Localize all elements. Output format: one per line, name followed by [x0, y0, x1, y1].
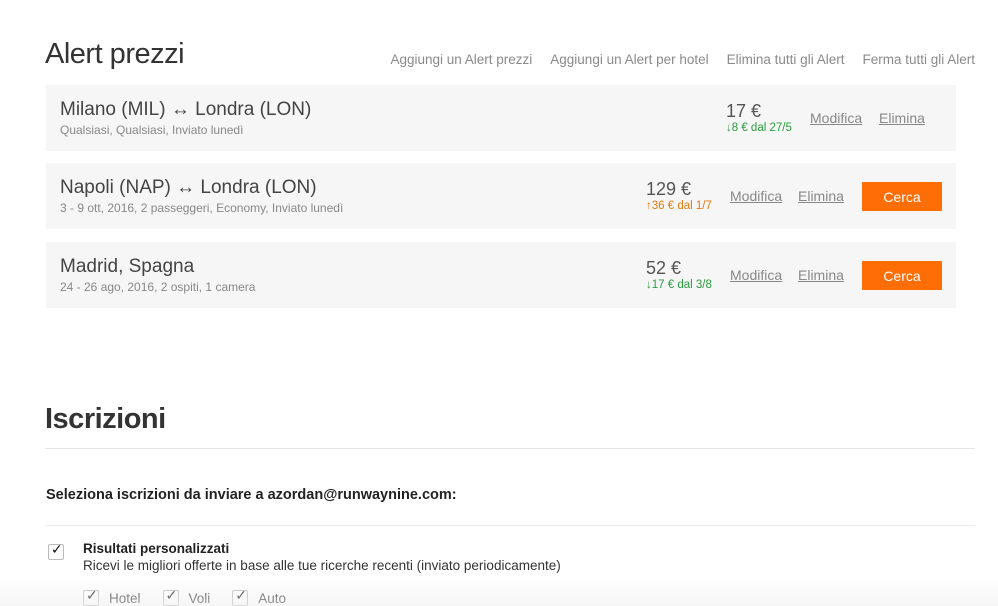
- sub-option-cars[interactable]: Auto: [232, 588, 287, 606]
- edit-alert-link[interactable]: Modifica: [730, 267, 782, 283]
- edit-alert-link[interactable]: Modifica: [730, 188, 782, 204]
- option-title: Risultati personalizzati: [83, 541, 230, 556]
- sub-option-flights[interactable]: Voli: [162, 588, 211, 606]
- alert-route: Madrid, Spagna: [60, 256, 195, 277]
- subscriptions-label: Seleziona iscrizioni da inviare a azorda…: [46, 487, 457, 503]
- top-actions: Aggiungi un Alert prezzi Aggiungi un Ale…: [390, 52, 975, 67]
- alert-row: Napoli (NAP) ↔ Londra (LON) 3 - 9 ott, 2…: [46, 163, 956, 229]
- price-change: ↓8 € dal 27/5: [726, 122, 792, 134]
- delete-alert-link[interactable]: Elimina: [798, 188, 844, 204]
- divider: [45, 448, 975, 449]
- price-block: 52 € ↓17 € dal 3/8: [646, 258, 712, 291]
- sub-options: Hotel Voli Auto: [83, 588, 287, 606]
- option-description: Ricevi le migliori offerte in base alle …: [83, 558, 561, 573]
- price-change: ↓17 € dal 3/8: [646, 279, 712, 291]
- delete-all-alerts-link[interactable]: Elimina tutti gli Alert: [727, 52, 845, 67]
- sub-option-label: Auto: [258, 590, 287, 606]
- stop-all-alerts-link[interactable]: Ferma tutti gli Alert: [862, 52, 975, 67]
- flights-checkbox[interactable]: [162, 588, 179, 606]
- sub-option-label: Voli: [188, 590, 211, 606]
- subscriptions-title: Iscrizioni: [45, 403, 166, 435]
- price-block: 129 € ↑36 € dal 1/7: [646, 179, 712, 212]
- alert-row: Madrid, Spagna 24 - 26 ago, 2016, 2 ospi…: [46, 242, 956, 308]
- alert-route: Milano (MIL) ↔ Londra (LON): [60, 99, 312, 120]
- hotel-checkbox[interactable]: [83, 588, 99, 606]
- alert-price: 129 €: [646, 179, 692, 199]
- personalized-results-checkbox[interactable]: [48, 542, 64, 560]
- edit-alert-link[interactable]: Modifica: [810, 110, 862, 126]
- sub-option-hotel[interactable]: Hotel: [83, 588, 141, 606]
- delete-alert-link[interactable]: Elimina: [798, 267, 844, 283]
- search-button[interactable]: Cerca: [862, 182, 942, 211]
- alert-price: 52 €: [646, 258, 682, 278]
- cars-checkbox[interactable]: [232, 588, 249, 606]
- price-block: 17 € ↓8 € dal 27/5: [726, 101, 792, 134]
- divider: [45, 525, 975, 526]
- alert-details: 24 - 26 ago, 2016, 2 ospiti, 1 camera: [60, 280, 256, 294]
- alert-price: 17 €: [726, 101, 762, 121]
- sub-option-label: Hotel: [109, 590, 141, 606]
- alert-route: Napoli (NAP) ↔ Londra (LON): [60, 177, 317, 198]
- price-change-text: 8 € dal 27/5: [731, 122, 792, 134]
- page-title: Alert prezzi: [45, 38, 185, 70]
- add-price-alert-link[interactable]: Aggiungi un Alert prezzi: [390, 52, 532, 67]
- add-hotel-alert-link[interactable]: Aggiungi un Alert per hotel: [550, 52, 708, 67]
- delete-alert-link[interactable]: Elimina: [879, 110, 925, 126]
- alert-details: 3 - 9 ott, 2016, 2 passeggeri, Economy, …: [60, 201, 344, 215]
- search-button[interactable]: Cerca: [862, 261, 942, 290]
- price-change-text: 17 € dal 3/8: [651, 279, 712, 291]
- price-change: ↑36 € dal 1/7: [646, 200, 712, 212]
- price-change-text: 36 € dal 1/7: [651, 200, 712, 212]
- alert-details: Qualsiasi, Qualsiasi, Inviato lunedì: [60, 123, 244, 137]
- alert-row: Milano (MIL) ↔ Londra (LON) Qualsiasi, Q…: [46, 85, 956, 151]
